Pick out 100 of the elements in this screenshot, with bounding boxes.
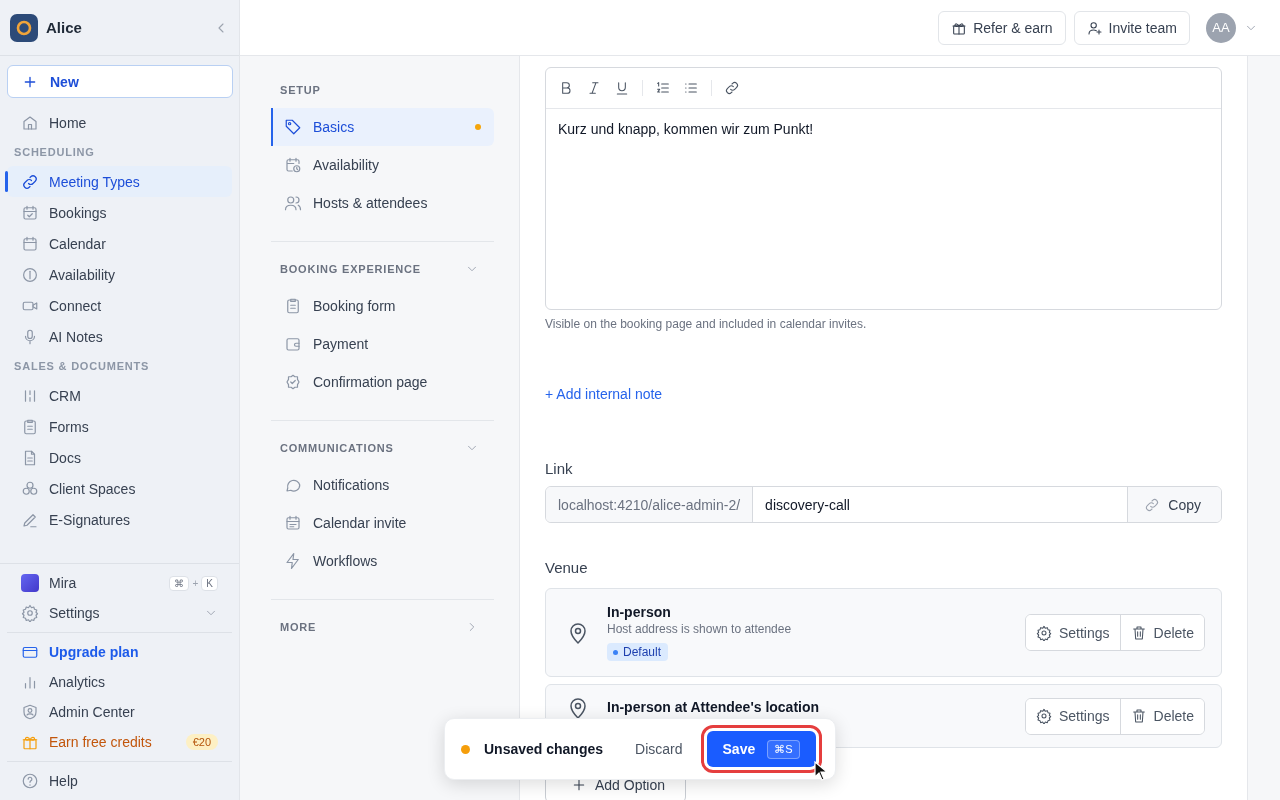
venue-title: In-person at Attendee's location	[607, 699, 820, 715]
settings-nav-item[interactable]: Workflows	[271, 542, 494, 580]
settings-nav-item[interactable]: Notifications	[271, 466, 494, 504]
field-label: Link	[545, 459, 574, 479]
clipboard-icon	[21, 417, 39, 436]
credit-badge: €20	[185, 734, 218, 750]
unsaved-message: Unsaved changes	[484, 741, 604, 757]
add-note-link[interactable]: + Add internal note	[545, 386, 663, 402]
workspace-name: Alice	[46, 19, 83, 36]
new-button[interactable]: New	[7, 65, 233, 98]
settings-nav-item[interactable]: Confirmation page	[271, 363, 494, 401]
section-label: MORE	[280, 621, 317, 633]
discard-button[interactable]: Discard	[627, 737, 691, 761]
nav-item[interactable]: Mira ⌘ + K	[7, 568, 232, 598]
settings-nav-label: Notifications	[313, 477, 390, 493]
shortcut-key: ⌘S	[767, 739, 800, 759]
settings-icon	[1035, 708, 1052, 724]
nav-label: Settings	[49, 605, 100, 621]
shield-user-icon	[21, 703, 39, 721]
settings-nav-item[interactable]: Calendar invite	[271, 504, 494, 542]
nav-item[interactable]: Client Spaces	[7, 473, 232, 504]
clipboard-icon	[284, 297, 302, 315]
location-pin-icon	[570, 697, 586, 719]
trash-icon	[1130, 624, 1147, 641]
description-editor[interactable]: Kurz und knapp, kommen wir zum Punkt!	[545, 67, 1222, 310]
nav-item[interactable]: Admin Center	[7, 697, 232, 727]
settings-icon	[1035, 624, 1052, 641]
refer-button[interactable]: Refer & earn	[938, 10, 1066, 45]
nav-item[interactable]: AI Notes	[7, 321, 232, 352]
description-text: Kurz und knapp, kommen wir zum Punkt!	[558, 121, 814, 137]
invite-button[interactable]: Invite team	[1073, 10, 1190, 45]
default-badge: Default	[607, 643, 669, 661]
field-label: Venue	[545, 558, 589, 578]
nav-item[interactable]: Help	[7, 766, 232, 796]
nav-item[interactable]: Availability	[7, 259, 232, 290]
settings-nav-item[interactable]: Hosts & attendees	[271, 184, 494, 222]
lightning-icon	[284, 552, 302, 570]
help-icon	[21, 772, 39, 790]
nav-item[interactable]: Earn free credits €20	[7, 727, 232, 757]
settings-nav-label: Basics	[313, 119, 355, 135]
calendar-icon	[284, 514, 302, 532]
location-pin-icon	[570, 621, 586, 644]
settings-nav-item[interactable]: Booking form	[271, 287, 494, 325]
nav-item[interactable]: Bookings	[7, 197, 232, 228]
bullet-list-icon	[683, 80, 699, 96]
nav-item[interactable]: Forms	[7, 411, 232, 442]
settings-nav-label: Workflows	[313, 553, 378, 569]
italic-icon	[586, 80, 602, 96]
tag-icon	[284, 118, 302, 136]
settings-nav-item[interactable]: Basics	[271, 108, 494, 146]
nav-item[interactable]: E-Signatures	[7, 504, 232, 535]
save-label: Save	[722, 741, 756, 757]
settings-nav-item[interactable]: Availability	[271, 146, 494, 184]
venue-delete-button[interactable]: Delete	[1119, 615, 1204, 650]
nav-item[interactable]: Docs	[7, 442, 232, 473]
settings-nav-label: Payment	[313, 336, 369, 352]
nav-item[interactable]: Analytics	[7, 667, 232, 697]
settings-nav-item[interactable]: Payment	[271, 325, 494, 363]
section-label: SETUP	[280, 84, 321, 96]
nav-item[interactable]: Connect	[7, 290, 232, 321]
nav-item[interactable]: CRM	[7, 380, 232, 411]
settings-nav-label: Calendar invite	[313, 515, 407, 531]
users-icon	[284, 194, 302, 212]
nav-item[interactable]: Home	[7, 107, 232, 138]
settings-nav-label: Confirmation page	[313, 374, 428, 390]
nav-label: Mira	[49, 575, 77, 591]
field-hint: Visible on the booking page and included in calendar invites.	[545, 317, 868, 331]
link-icon	[724, 80, 740, 96]
link-icon	[21, 172, 39, 191]
settings-icon	[21, 604, 39, 622]
settings-nav-label: Hosts & attendees	[313, 195, 428, 211]
nav-item[interactable]: Meeting Types	[7, 166, 232, 197]
user-plus-icon	[1086, 19, 1103, 36]
calendar-check-icon	[21, 203, 39, 222]
wallet-icon	[284, 335, 302, 353]
badge-check-icon	[284, 373, 302, 391]
status-dot	[461, 744, 470, 754]
app-logo	[10, 13, 38, 42]
info-icon	[21, 265, 39, 284]
nav-item[interactable]: Settings	[7, 598, 232, 628]
calendar-icon	[21, 234, 39, 253]
nav-label: Earn free credits	[49, 734, 152, 750]
calendar-clock-icon	[284, 156, 302, 174]
shortcut-key: K	[201, 575, 218, 591]
shortcut-separator: +	[192, 577, 199, 589]
settings-nav-label: Availability	[313, 157, 379, 173]
shortcut-key: ⌘	[169, 575, 190, 591]
venue-title: In-person	[607, 604, 671, 620]
underline-icon	[614, 80, 630, 96]
numbered-list-icon	[655, 80, 671, 96]
section-label: BOOKING EXPERIENCE	[280, 263, 421, 275]
venue-subtitle: Host address is shown to attendee	[607, 622, 792, 636]
plus-icon	[571, 777, 587, 793]
settings-nav-label: Booking form	[313, 298, 396, 314]
nav-item[interactable]: Upgrade plan	[7, 637, 232, 667]
section-label: SCHEDULING	[13, 145, 96, 160]
venue-delete-button[interactable]: Delete	[1119, 698, 1204, 734]
trash-icon	[1130, 708, 1147, 724]
nav-item[interactable]: Calendar	[7, 228, 232, 259]
assistant-logo-icon	[21, 574, 39, 592]
